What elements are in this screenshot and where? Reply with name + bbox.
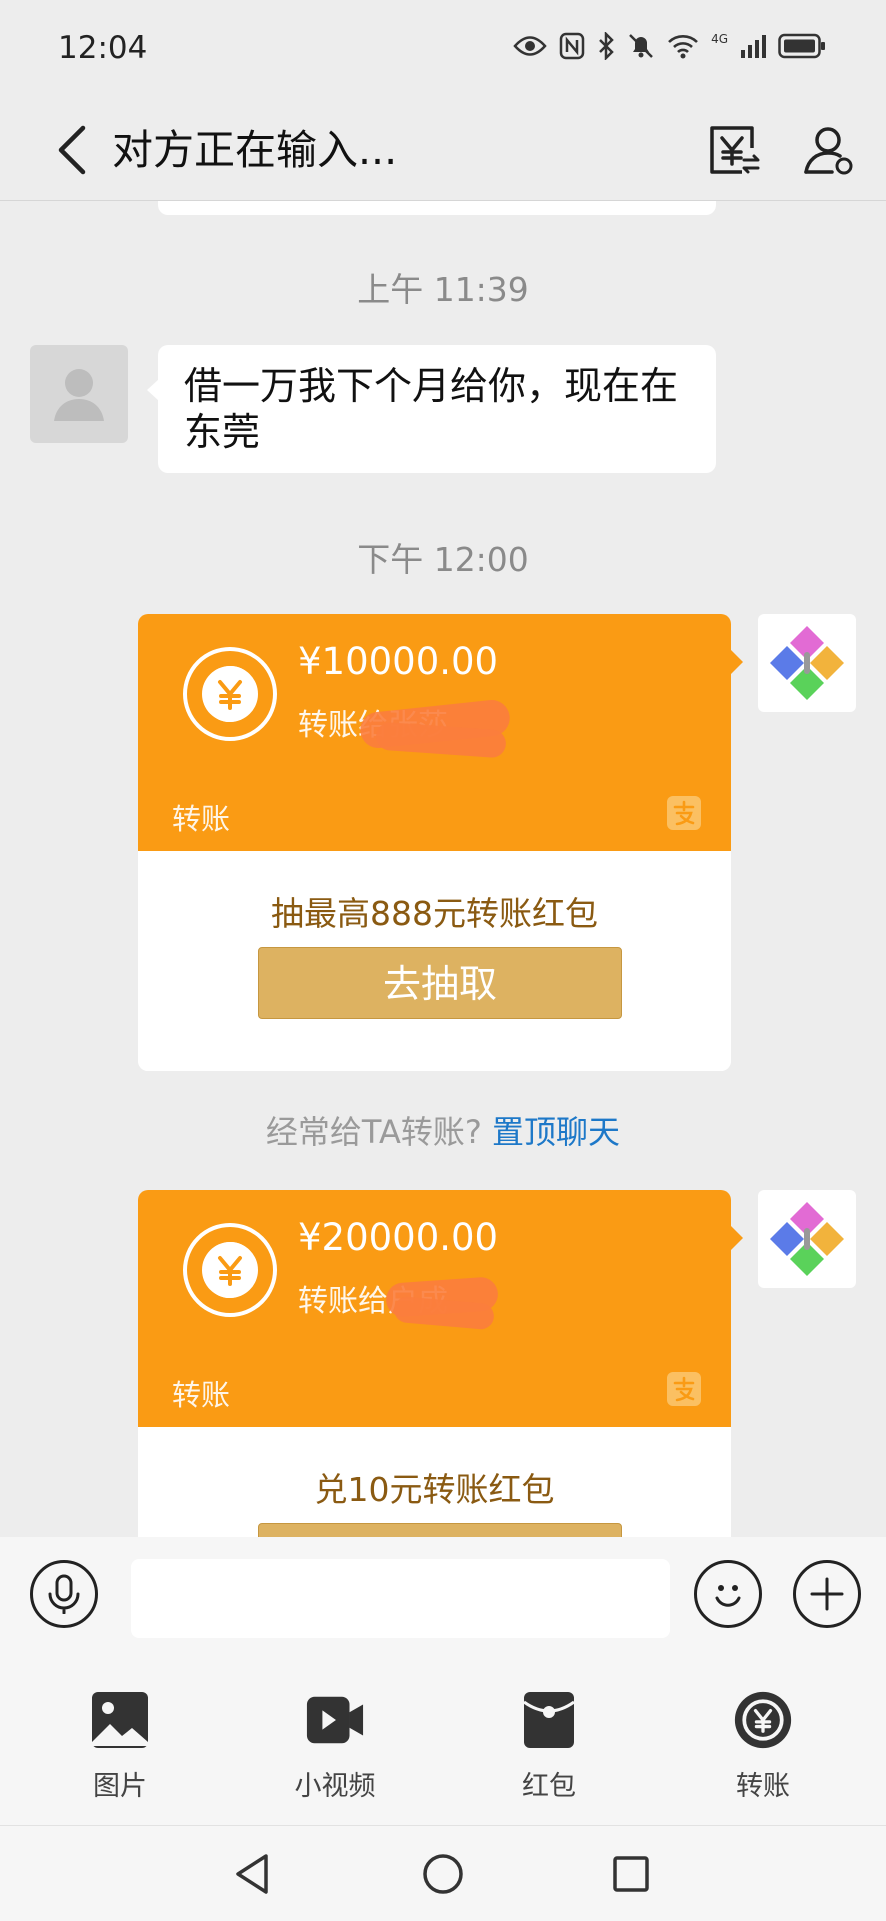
colorful-logo-icon <box>770 626 844 700</box>
status-bar: 12:04 4G <box>0 0 886 100</box>
battery-icon <box>778 33 825 59</box>
wifi-icon <box>668 35 698 59</box>
colorful-logo-icon <box>770 1202 844 1276</box>
panel-item-label: 红包 <box>522 1771 576 1802</box>
back-arrow-icon <box>58 125 86 175</box>
circle-home-icon <box>423 1854 463 1894</box>
yuan-bill-icon <box>710 126 760 174</box>
voice-button[interactable] <box>30 1560 98 1628</box>
draw-button[interactable]: 去抽取 <box>258 947 622 1019</box>
contact-avatar[interactable] <box>30 345 128 443</box>
transfer-card[interactable]: ¥20000.00 转账给户成 转账 兑10元转账红包 <box>138 1190 731 1537</box>
eye-icon <box>513 36 547 56</box>
microphone-icon <box>48 1574 80 1614</box>
input-bar <box>0 1537 886 1662</box>
timestamp: 上午 11:39 <box>357 270 529 309</box>
video-icon <box>306 1696 364 1744</box>
plus-icon <box>810 1577 844 1611</box>
panel-item-label: 小视频 <box>294 1771 376 1802</box>
transfer-records-button[interactable] <box>696 112 772 188</box>
signal-icon <box>741 35 766 58</box>
square-recents-icon <box>613 1856 649 1892</box>
page-title: 对方正在输入... <box>112 126 398 174</box>
panel-item-transfer[interactable]: 转账 <box>693 1690 833 1803</box>
mute-icon <box>629 34 653 58</box>
bubble-tail <box>731 1226 743 1250</box>
triangle-back-icon <box>236 1854 268 1894</box>
status-time: 12:04 <box>58 30 148 66</box>
transfer-icon <box>734 1691 792 1749</box>
extension-panel: 图片 小视频 红包 转账 <box>0 1662 886 1825</box>
pin-chat-link[interactable]: 置顶聊天 <box>492 1113 620 1151</box>
panel-item-label: 转账 <box>736 1771 790 1802</box>
network-type: 4G <box>711 32 728 46</box>
chat-messages[interactable]: 上午 11:39 借一万我下个月给你，现在在东莞 下午 12:00 ¥10000… <box>0 201 886 1537</box>
back-button[interactable] <box>36 114 108 186</box>
person-settings-icon <box>804 127 853 175</box>
default-avatar-icon <box>54 369 104 421</box>
timestamp: 下午 12:00 <box>357 540 529 579</box>
nav-back-button[interactable] <box>226 1848 278 1900</box>
transfer-coin-icon <box>183 1223 277 1317</box>
promo-text: 抽最高888元转账红包 <box>271 894 598 933</box>
red-packet-icon <box>523 1692 575 1748</box>
emoji-button[interactable] <box>694 1560 762 1628</box>
nav-recents-button[interactable] <box>605 1848 657 1900</box>
alipay-icon <box>667 796 701 830</box>
draw-button-partial[interactable] <box>258 1523 622 1537</box>
contact-settings-button[interactable] <box>790 112 866 188</box>
panel-item-image[interactable]: 图片 <box>50 1690 190 1803</box>
nav-home-button[interactable] <box>417 1848 469 1900</box>
pin-chat-tip: 经常给TA转账? 置顶聊天 <box>0 1107 886 1153</box>
panel-item-label: 图片 <box>93 1771 147 1802</box>
transfer-amount: ¥20000.00 <box>298 1216 499 1259</box>
message-input[interactable] <box>131 1559 670 1638</box>
nfc-icon <box>559 32 585 60</box>
panel-item-video[interactable]: 小视频 <box>265 1690 405 1803</box>
my-avatar[interactable] <box>758 614 856 712</box>
tip-text: 经常给TA转账? <box>265 1113 482 1151</box>
transfer-label: 转账 <box>172 802 231 836</box>
status-icons: 4G <box>513 32 826 60</box>
chat-header: 对方正在输入... <box>0 100 886 201</box>
previous-message-bubble <box>158 201 716 215</box>
transfer-card[interactable]: ¥10000.00 转账给张莎 转账 抽最高888元转账红包 去抽取 <box>138 614 731 1071</box>
more-button[interactable] <box>793 1560 861 1628</box>
transfer-label: 转账 <box>172 1378 231 1412</box>
smiley-icon <box>715 1585 741 1607</box>
alipay-icon <box>667 1372 701 1406</box>
promo-text: 兑10元转账红包 <box>314 1470 555 1509</box>
transfer-coin-icon <box>183 647 277 741</box>
incoming-message[interactable]: 借一万我下个月给你，现在在东莞 <box>147 345 716 473</box>
system-nav-bar <box>0 1825 886 1921</box>
bubble-tail <box>731 650 743 674</box>
my-avatar[interactable] <box>758 1190 856 1288</box>
panel-item-red-packet[interactable]: 红包 <box>479 1690 619 1803</box>
bluetooth-icon <box>599 32 614 60</box>
image-icon <box>92 1692 148 1748</box>
transfer-amount: ¥10000.00 <box>298 640 499 683</box>
